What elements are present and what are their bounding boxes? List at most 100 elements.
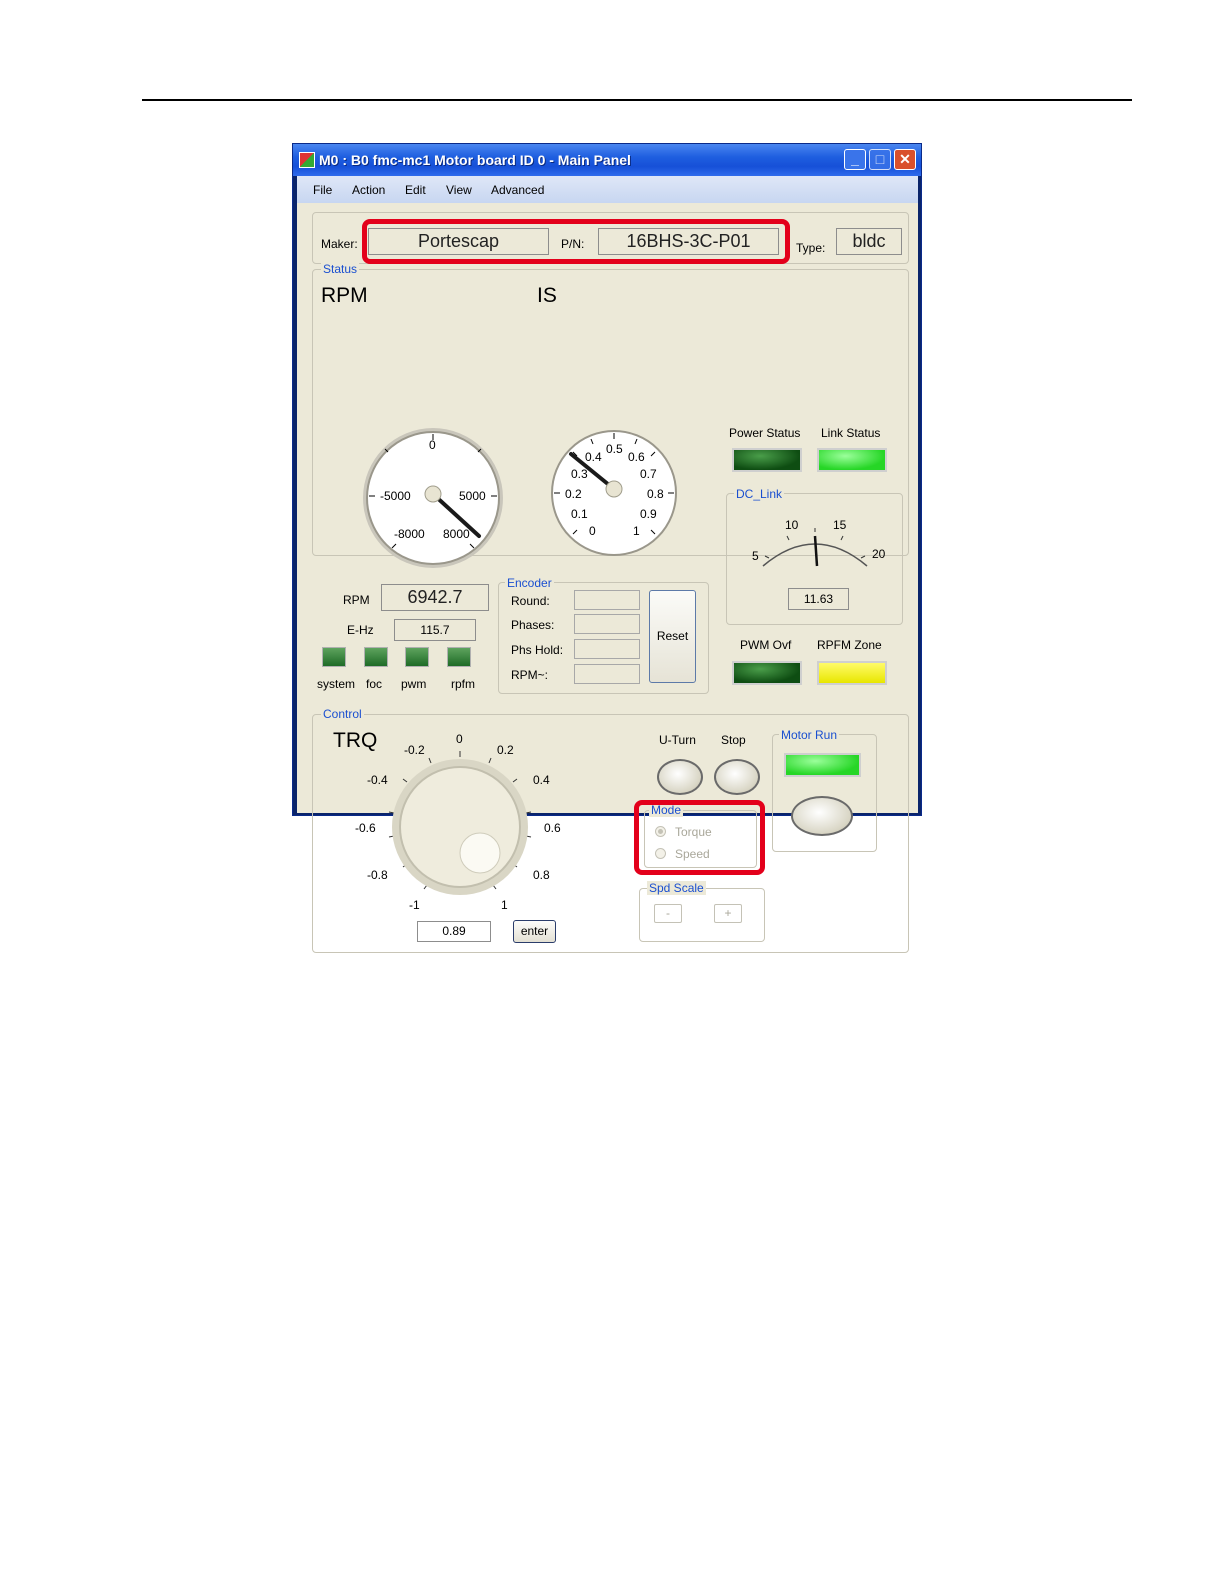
is-label-0-8: 0.8 bbox=[647, 487, 664, 501]
foc-led bbox=[364, 647, 388, 667]
system-led-label: system bbox=[317, 677, 356, 691]
trq-scale-0-4: 0.4 bbox=[533, 773, 550, 787]
menu-file[interactable]: File bbox=[313, 183, 332, 197]
encoder-rpm-field bbox=[574, 664, 640, 684]
menu-advanced[interactable]: Advanced bbox=[491, 183, 544, 197]
spd-scale-minus-button[interactable]: - bbox=[654, 904, 682, 923]
dc-link-gauge bbox=[762, 528, 868, 567]
rpfm-zone-led bbox=[817, 661, 887, 685]
dc-link-value: 11.63 bbox=[788, 588, 849, 610]
dc-link-group-label: DC_Link bbox=[734, 487, 785, 501]
motor-run-button[interactable] bbox=[791, 796, 853, 836]
is-label-0: 0 bbox=[589, 524, 596, 538]
trq-scale-neg0-4: -0.4 bbox=[367, 773, 388, 787]
pwm-ovf-led bbox=[732, 661, 802, 685]
menu-bar: File Action Edit View Advanced bbox=[297, 176, 918, 203]
rpm-label-neg8000: -8000 bbox=[394, 527, 425, 541]
pwm-led bbox=[405, 647, 429, 667]
dc-label-5: 5 bbox=[752, 549, 759, 563]
dc-link-needle bbox=[813, 535, 819, 567]
link-status-label: Link Status bbox=[821, 426, 881, 440]
dc-label-10: 10 bbox=[785, 518, 799, 532]
rpm-gauge-title: RPM bbox=[321, 284, 368, 307]
close-button[interactable]: ✕ bbox=[894, 149, 916, 170]
is-label-0-4: 0.4 bbox=[585, 450, 602, 464]
encoder-reset-button[interactable]: Reset bbox=[649, 590, 696, 683]
status-group-label: Status bbox=[321, 262, 360, 276]
enter-button[interactable]: enter bbox=[513, 920, 556, 943]
dc-label-20: 20 bbox=[872, 547, 886, 561]
minimize-button[interactable]: _ bbox=[844, 149, 866, 170]
ehz-label: E-Hz bbox=[347, 623, 374, 637]
menu-action[interactable]: Action bbox=[352, 183, 385, 197]
is-label-0-1: 0.1 bbox=[571, 507, 588, 521]
is-label-0-6: 0.6 bbox=[628, 450, 645, 464]
rpfm-led-label: rpfm bbox=[451, 677, 475, 691]
trq-scale-neg0-8: -0.8 bbox=[367, 868, 388, 882]
rpm-label-neg5000: -5000 bbox=[380, 489, 411, 503]
link-status-led bbox=[817, 448, 887, 472]
spd-scale-plus-button[interactable]: + bbox=[714, 904, 742, 923]
rpm-readout-value: 6942.7 bbox=[381, 584, 489, 611]
stop-label: Stop bbox=[721, 733, 746, 747]
trq-scale-neg0-2: -0.2 bbox=[404, 743, 425, 757]
is-label-0-5: 0.5 bbox=[606, 442, 623, 456]
trq-scale-1: 1 bbox=[501, 898, 508, 912]
type-value: bldc bbox=[836, 228, 902, 255]
trq-scale-neg1: -1 bbox=[409, 898, 420, 912]
motor-run-led bbox=[784, 753, 861, 777]
is-label-0-2: 0.2 bbox=[565, 487, 582, 501]
motor-run-group-label: Motor Run bbox=[779, 728, 840, 742]
maximize-button[interactable]: □ bbox=[869, 149, 891, 170]
main-panel-window: M0 : B0 fmc-mc1 Motor board ID 0 - Main … bbox=[292, 143, 922, 953]
uturn-label: U-Turn bbox=[659, 733, 696, 747]
rpm-label-5000: 5000 bbox=[459, 489, 486, 503]
trq-title: TRQ bbox=[333, 729, 378, 752]
trq-value-input[interactable]: 0.89 bbox=[417, 921, 491, 942]
ehz-value: 115.7 bbox=[394, 619, 476, 641]
rpm-label-8000: 8000 bbox=[443, 527, 470, 541]
rpfm-zone-label: RPFM Zone bbox=[817, 638, 882, 652]
power-status-label: Power Status bbox=[729, 426, 801, 440]
trq-scale-0-2: 0.2 bbox=[497, 743, 514, 757]
control-group-label: Control bbox=[321, 707, 364, 721]
rpfm-led bbox=[447, 647, 471, 667]
is-label-0-9: 0.9 bbox=[640, 507, 657, 521]
maker-label: Maker: bbox=[321, 237, 358, 251]
is-label-0-7: 0.7 bbox=[640, 467, 657, 481]
encoder-phases-label: Phases: bbox=[511, 618, 555, 632]
encoder-rpm-label: RPM~: bbox=[511, 668, 549, 682]
pwm-led-label: pwm bbox=[401, 677, 427, 691]
trq-knob[interactable] bbox=[385, 749, 535, 899]
uturn-button[interactable] bbox=[657, 759, 703, 795]
dc-label-15: 15 bbox=[833, 518, 847, 532]
page-rule bbox=[142, 99, 1132, 101]
pwm-ovf-label: PWM Ovf bbox=[740, 638, 792, 652]
encoder-round-label: Round: bbox=[511, 594, 550, 608]
encoder-round-field bbox=[574, 590, 640, 610]
rpm-label-0: 0 bbox=[429, 438, 436, 452]
power-status-led bbox=[732, 448, 802, 472]
spd-scale-group-label: Spd Scale bbox=[647, 881, 706, 895]
type-label: Type: bbox=[796, 241, 826, 255]
app-icon bbox=[299, 152, 315, 168]
trq-scale-0-6: 0.6 bbox=[544, 821, 561, 835]
is-label-0-3: 0.3 bbox=[571, 467, 588, 481]
menu-edit[interactable]: Edit bbox=[405, 183, 426, 197]
title-bar[interactable]: M0 : B0 fmc-mc1 Motor board ID 0 - Main … bbox=[293, 144, 921, 176]
trq-scale-0: 0 bbox=[456, 732, 463, 746]
highlight-mode bbox=[634, 800, 765, 875]
encoder-phs-hold-field bbox=[574, 639, 640, 659]
foc-led-label: foc bbox=[366, 677, 383, 691]
encoder-phs-hold-label: Phs Hold: bbox=[511, 643, 564, 657]
menu-view[interactable]: View bbox=[446, 183, 472, 197]
stop-button[interactable] bbox=[714, 759, 760, 795]
highlight-maker-pn bbox=[362, 219, 790, 264]
trq-scale-0-8: 0.8 bbox=[533, 868, 550, 882]
client-area: File Action Edit View Advanced Maker: Po… bbox=[297, 176, 918, 953]
system-led bbox=[322, 647, 346, 667]
rpm-readout-label: RPM bbox=[343, 593, 370, 607]
window-title: M0 : B0 fmc-mc1 Motor board ID 0 - Main … bbox=[319, 152, 631, 168]
encoder-group-label: Encoder bbox=[505, 576, 554, 590]
is-gauge-title: IS bbox=[537, 284, 557, 307]
